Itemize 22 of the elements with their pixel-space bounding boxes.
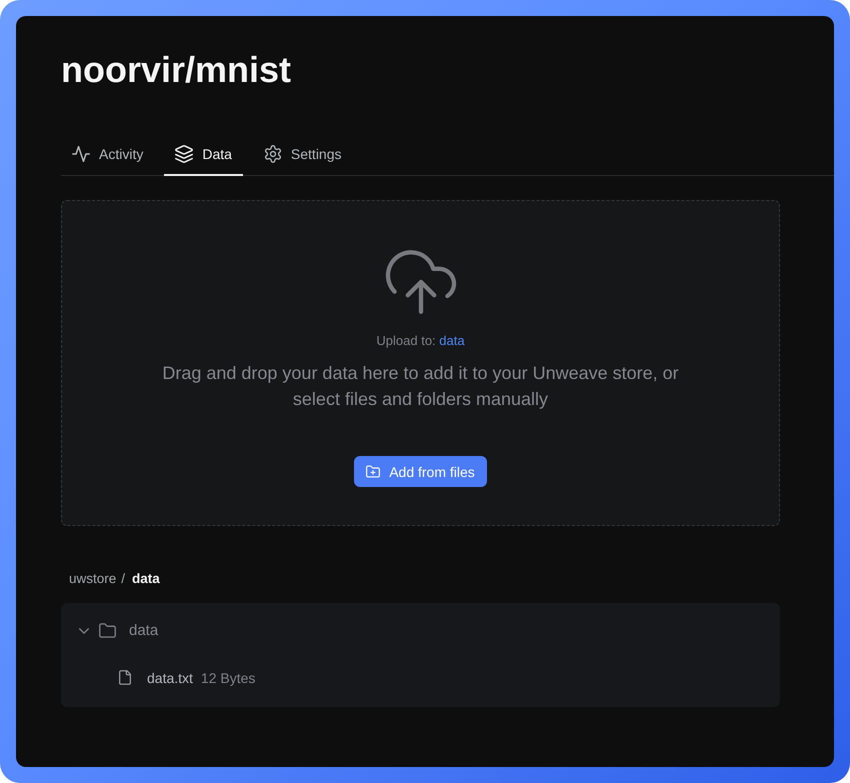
repository-title: noorvir/mnist: [61, 48, 292, 92]
folder-icon: [99, 623, 116, 638]
upload-dropzone[interactable]: Upload to: data Drag and drop your data here to add it to your Unweave store, or select files and folders manually Add from files: [61, 200, 780, 526]
upload-destination: Upload to: data: [376, 332, 465, 350]
breadcrumb-link[interactable]: uwstore: [69, 570, 116, 588]
file-size: 12 Bytes: [200, 670, 256, 686]
breadcrumb-separator: /: [121, 570, 126, 588]
folder-plus-icon: [366, 465, 380, 478]
destination-link[interactable]: data: [439, 333, 465, 348]
file-icon: [119, 670, 131, 685]
file-name[interactable]: data.txt: [147, 670, 193, 686]
settings-icon: [264, 145, 282, 163]
upload-instructions: Drag and drop your data here to add it to your Unweave store, or select files and folders manually: [161, 362, 680, 411]
tab[interactable]: Activity: [61, 134, 154, 176]
tab[interactable]: Settings: [252, 134, 353, 176]
pulse-icon: [72, 145, 90, 163]
breadcrumb-link[interactable]: data: [132, 570, 160, 588]
folder-name[interactable]: data: [129, 622, 158, 639]
add-files-button[interactable]: Add from files: [354, 456, 487, 487]
tab[interactable]: Data: [164, 134, 243, 176]
chevron-down-icon[interactable]: [79, 628, 89, 634]
layers-icon: [175, 145, 194, 163]
